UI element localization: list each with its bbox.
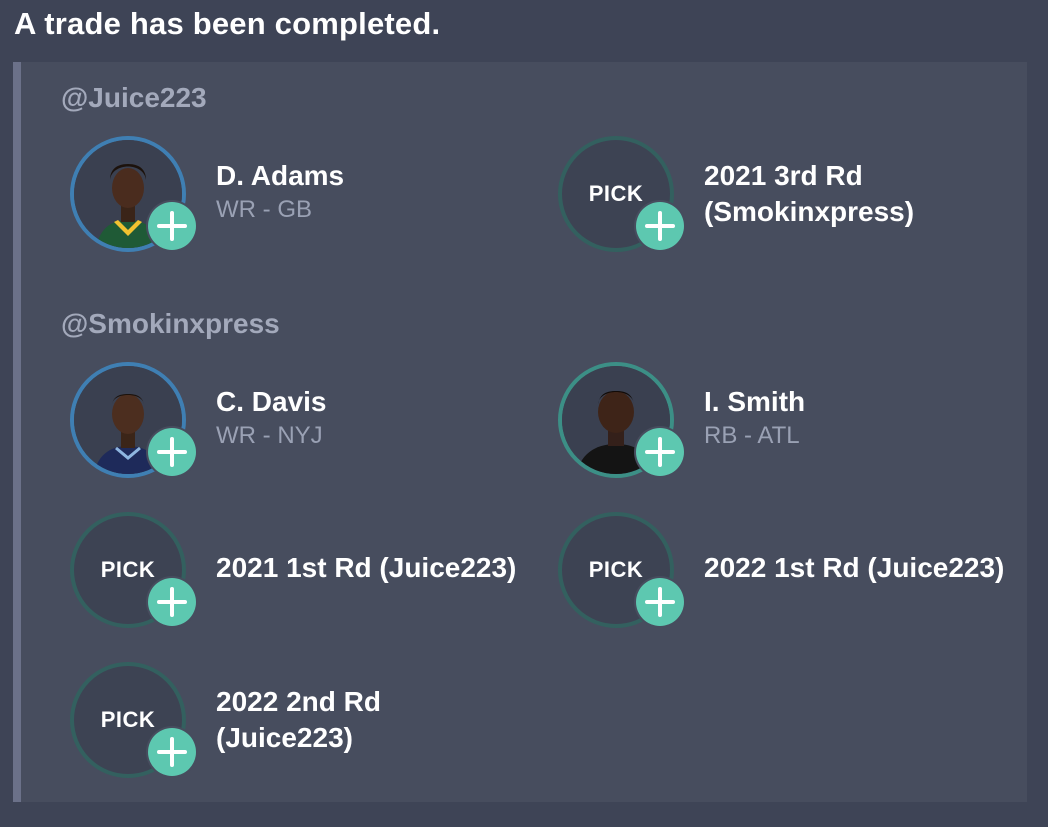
trade-item-d-adams: D. Adams WR - GB [70, 136, 550, 252]
pick-round: 2022 2nd Rd [216, 686, 381, 717]
pick-original-owner: (Juice223) [216, 722, 353, 753]
add-pick-button[interactable] [636, 578, 684, 626]
player-name[interactable]: I. Smith [704, 384, 805, 420]
trade-item-i-smith: I. Smith RB - ATL [558, 362, 1038, 478]
player-position-team: WR - GB [216, 196, 312, 223]
player-name[interactable]: C. Davis [216, 384, 327, 420]
pick-round: 2021 3rd Rd [704, 160, 863, 191]
trade-notification: A trade has been completed. @Juice223 D.… [0, 0, 1048, 827]
trade-item-pick: PICK 2022 2nd Rd (Juice223) [70, 662, 550, 778]
trade-item-pick: PICK 2022 1st Rd (Juice223) [558, 512, 1038, 628]
add-player-button[interactable] [636, 428, 684, 476]
player-position-team: RB - ATL [704, 422, 800, 449]
trade-card: @Juice223 D. Adams WR - GB PICK 2021 3rd… [13, 62, 1027, 802]
add-pick-button[interactable] [636, 202, 684, 250]
add-pick-button[interactable] [148, 728, 196, 776]
pick-round: 2022 1st Rd (Juice223) [704, 552, 1005, 583]
trade-item-pick: PICK 2021 1st Rd (Juice223) [70, 512, 550, 628]
player-name[interactable]: D. Adams [216, 158, 344, 194]
section-owner-smokinxpress[interactable]: @Smokinxpress [61, 308, 280, 340]
add-player-button[interactable] [148, 428, 196, 476]
player-position-team: WR - NYJ [216, 422, 323, 449]
section-owner-juice223[interactable]: @Juice223 [61, 82, 207, 114]
add-pick-button[interactable] [148, 578, 196, 626]
pick-original-owner: (Smokinxpress) [704, 196, 915, 227]
trade-item-c-davis: C. Davis WR - NYJ [70, 362, 550, 478]
pick-round: 2021 1st Rd (Juice223) [216, 552, 517, 583]
trade-item-pick: PICK 2021 3rd Rd (Smokinxpress) [558, 136, 1038, 252]
add-player-button[interactable] [148, 202, 196, 250]
trade-headline: A trade has been completed. [14, 6, 441, 41]
